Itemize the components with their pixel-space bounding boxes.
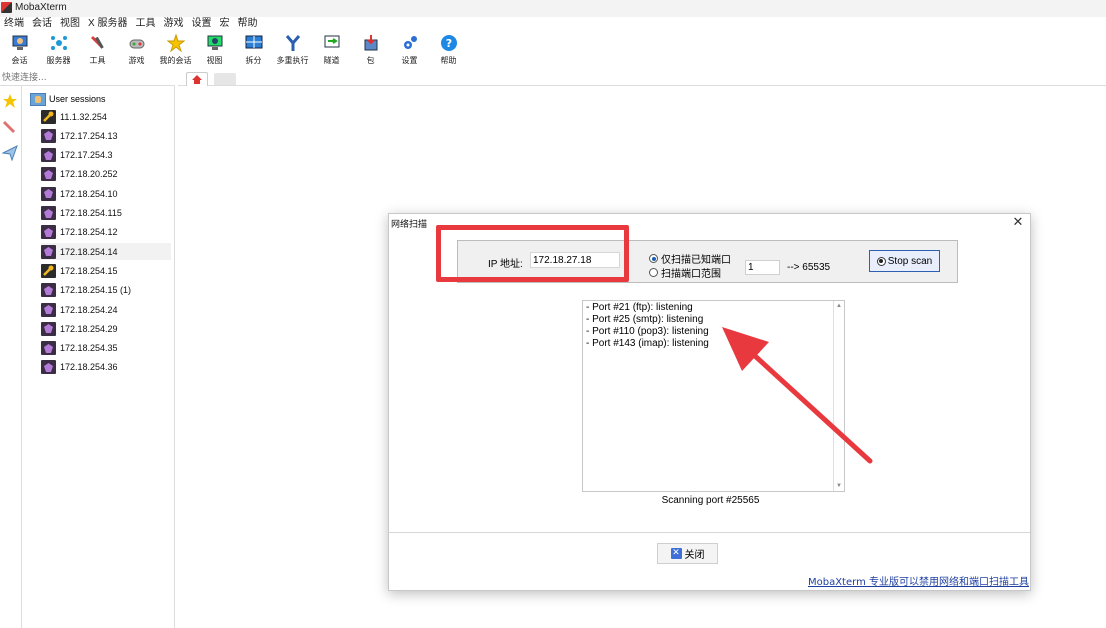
annotation-arrow-icon bbox=[722, 327, 873, 464]
